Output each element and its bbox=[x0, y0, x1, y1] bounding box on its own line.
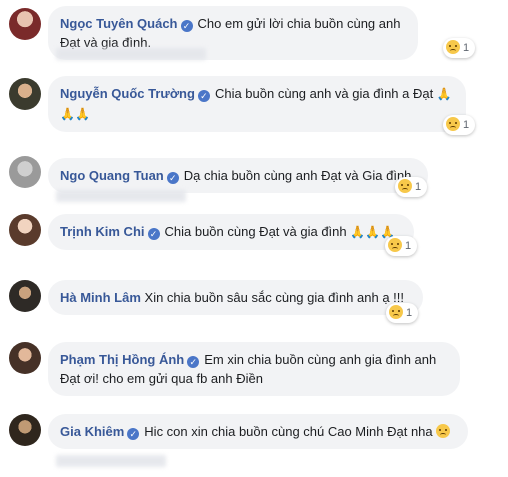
avatar[interactable] bbox=[9, 414, 41, 446]
avatar[interactable] bbox=[9, 8, 41, 40]
verified-badge-icon: ✓ bbox=[180, 20, 193, 32]
reaction-count: 1 bbox=[405, 240, 412, 252]
reaction-summary[interactable]: 1 bbox=[385, 236, 418, 256]
blurred-text bbox=[56, 48, 206, 60]
avatar[interactable] bbox=[9, 156, 41, 188]
avatar[interactable] bbox=[9, 214, 41, 246]
commenter-name[interactable]: Hà Minh Lâm bbox=[60, 290, 141, 305]
comment-bubble: Nguyễn Quốc Trường ✓ Chia buồn cùng anh và… bbox=[48, 76, 466, 132]
commenter-name[interactable]: Gia Khiêm bbox=[60, 424, 124, 439]
avatar[interactable] bbox=[9, 78, 41, 110]
comment-text: Chia buồn cùng Đạt và gia đình bbox=[164, 224, 347, 239]
verified-badge-icon: ✓ bbox=[197, 90, 210, 102]
reaction-summary[interactable]: 1 bbox=[386, 303, 419, 323]
comment-text: Chia buồn cùng anh và gia đình a Đạt bbox=[214, 86, 434, 101]
verified-badge-icon: ✓ bbox=[187, 356, 200, 368]
reaction-count: 1 bbox=[406, 307, 413, 319]
sad-face-icon bbox=[389, 305, 403, 319]
avatar[interactable] bbox=[9, 342, 41, 374]
reaction-summary[interactable]: 1 bbox=[443, 115, 476, 135]
comment-bubble: Ngo Quang Tuan ✓ Dạ chia buồn cùng anh Đạt… bbox=[48, 158, 428, 193]
reaction-count: 1 bbox=[463, 42, 470, 54]
sad-face-icon bbox=[436, 424, 451, 438]
sad-face-icon bbox=[446, 40, 460, 54]
avatar[interactable] bbox=[9, 280, 41, 312]
comment-text: Xin chia buồn sâu sắc cùng gia đình anh … bbox=[144, 290, 404, 305]
blurred-text bbox=[56, 455, 166, 467]
commenter-name[interactable]: Phạm Thị Hồng Ánh bbox=[60, 352, 184, 367]
comment-bubble: Gia Khiêm ✓ Hic con xin chia buồn cùng chú… bbox=[48, 414, 468, 449]
commenter-name[interactable]: Nguyễn Quốc Trường bbox=[60, 86, 195, 101]
reaction-summary[interactable]: 1 bbox=[395, 177, 428, 197]
reaction-summary[interactable]: 1 bbox=[443, 38, 476, 58]
commenter-name[interactable]: Trịnh Kim Chi bbox=[60, 224, 145, 239]
commenter-name[interactable]: Ngọc Tuyên Quách bbox=[60, 16, 178, 31]
verified-badge-icon: ✓ bbox=[166, 172, 179, 184]
comment-text: Hic con xin chia buồn cùng chú Cao Minh … bbox=[144, 424, 433, 439]
commenter-name[interactable]: Ngo Quang Tuan bbox=[60, 168, 164, 183]
verified-badge-icon: ✓ bbox=[147, 228, 160, 240]
comment-bubble: Phạm Thị Hồng Ánh ✓ Em xin chia buồn cùng … bbox=[48, 342, 460, 396]
verified-badge-icon: ✓ bbox=[127, 428, 140, 440]
sad-face-icon bbox=[446, 117, 460, 131]
blurred-text bbox=[56, 190, 186, 202]
reaction-count: 1 bbox=[415, 181, 422, 193]
comment-bubble: Hà Minh Lâm✓ Xin chia buồn sâu sắc cùng … bbox=[48, 280, 423, 315]
sad-face-icon bbox=[388, 238, 402, 252]
comment-text: Dạ chia buồn cùng anh Đạt và Gia đình. bbox=[183, 168, 416, 183]
reaction-count: 1 bbox=[463, 119, 470, 131]
sad-face-icon bbox=[398, 179, 412, 193]
comment-bubble: Trịnh Kim Chi ✓ Chia buồn cùng Đạt và gia … bbox=[48, 214, 414, 250]
